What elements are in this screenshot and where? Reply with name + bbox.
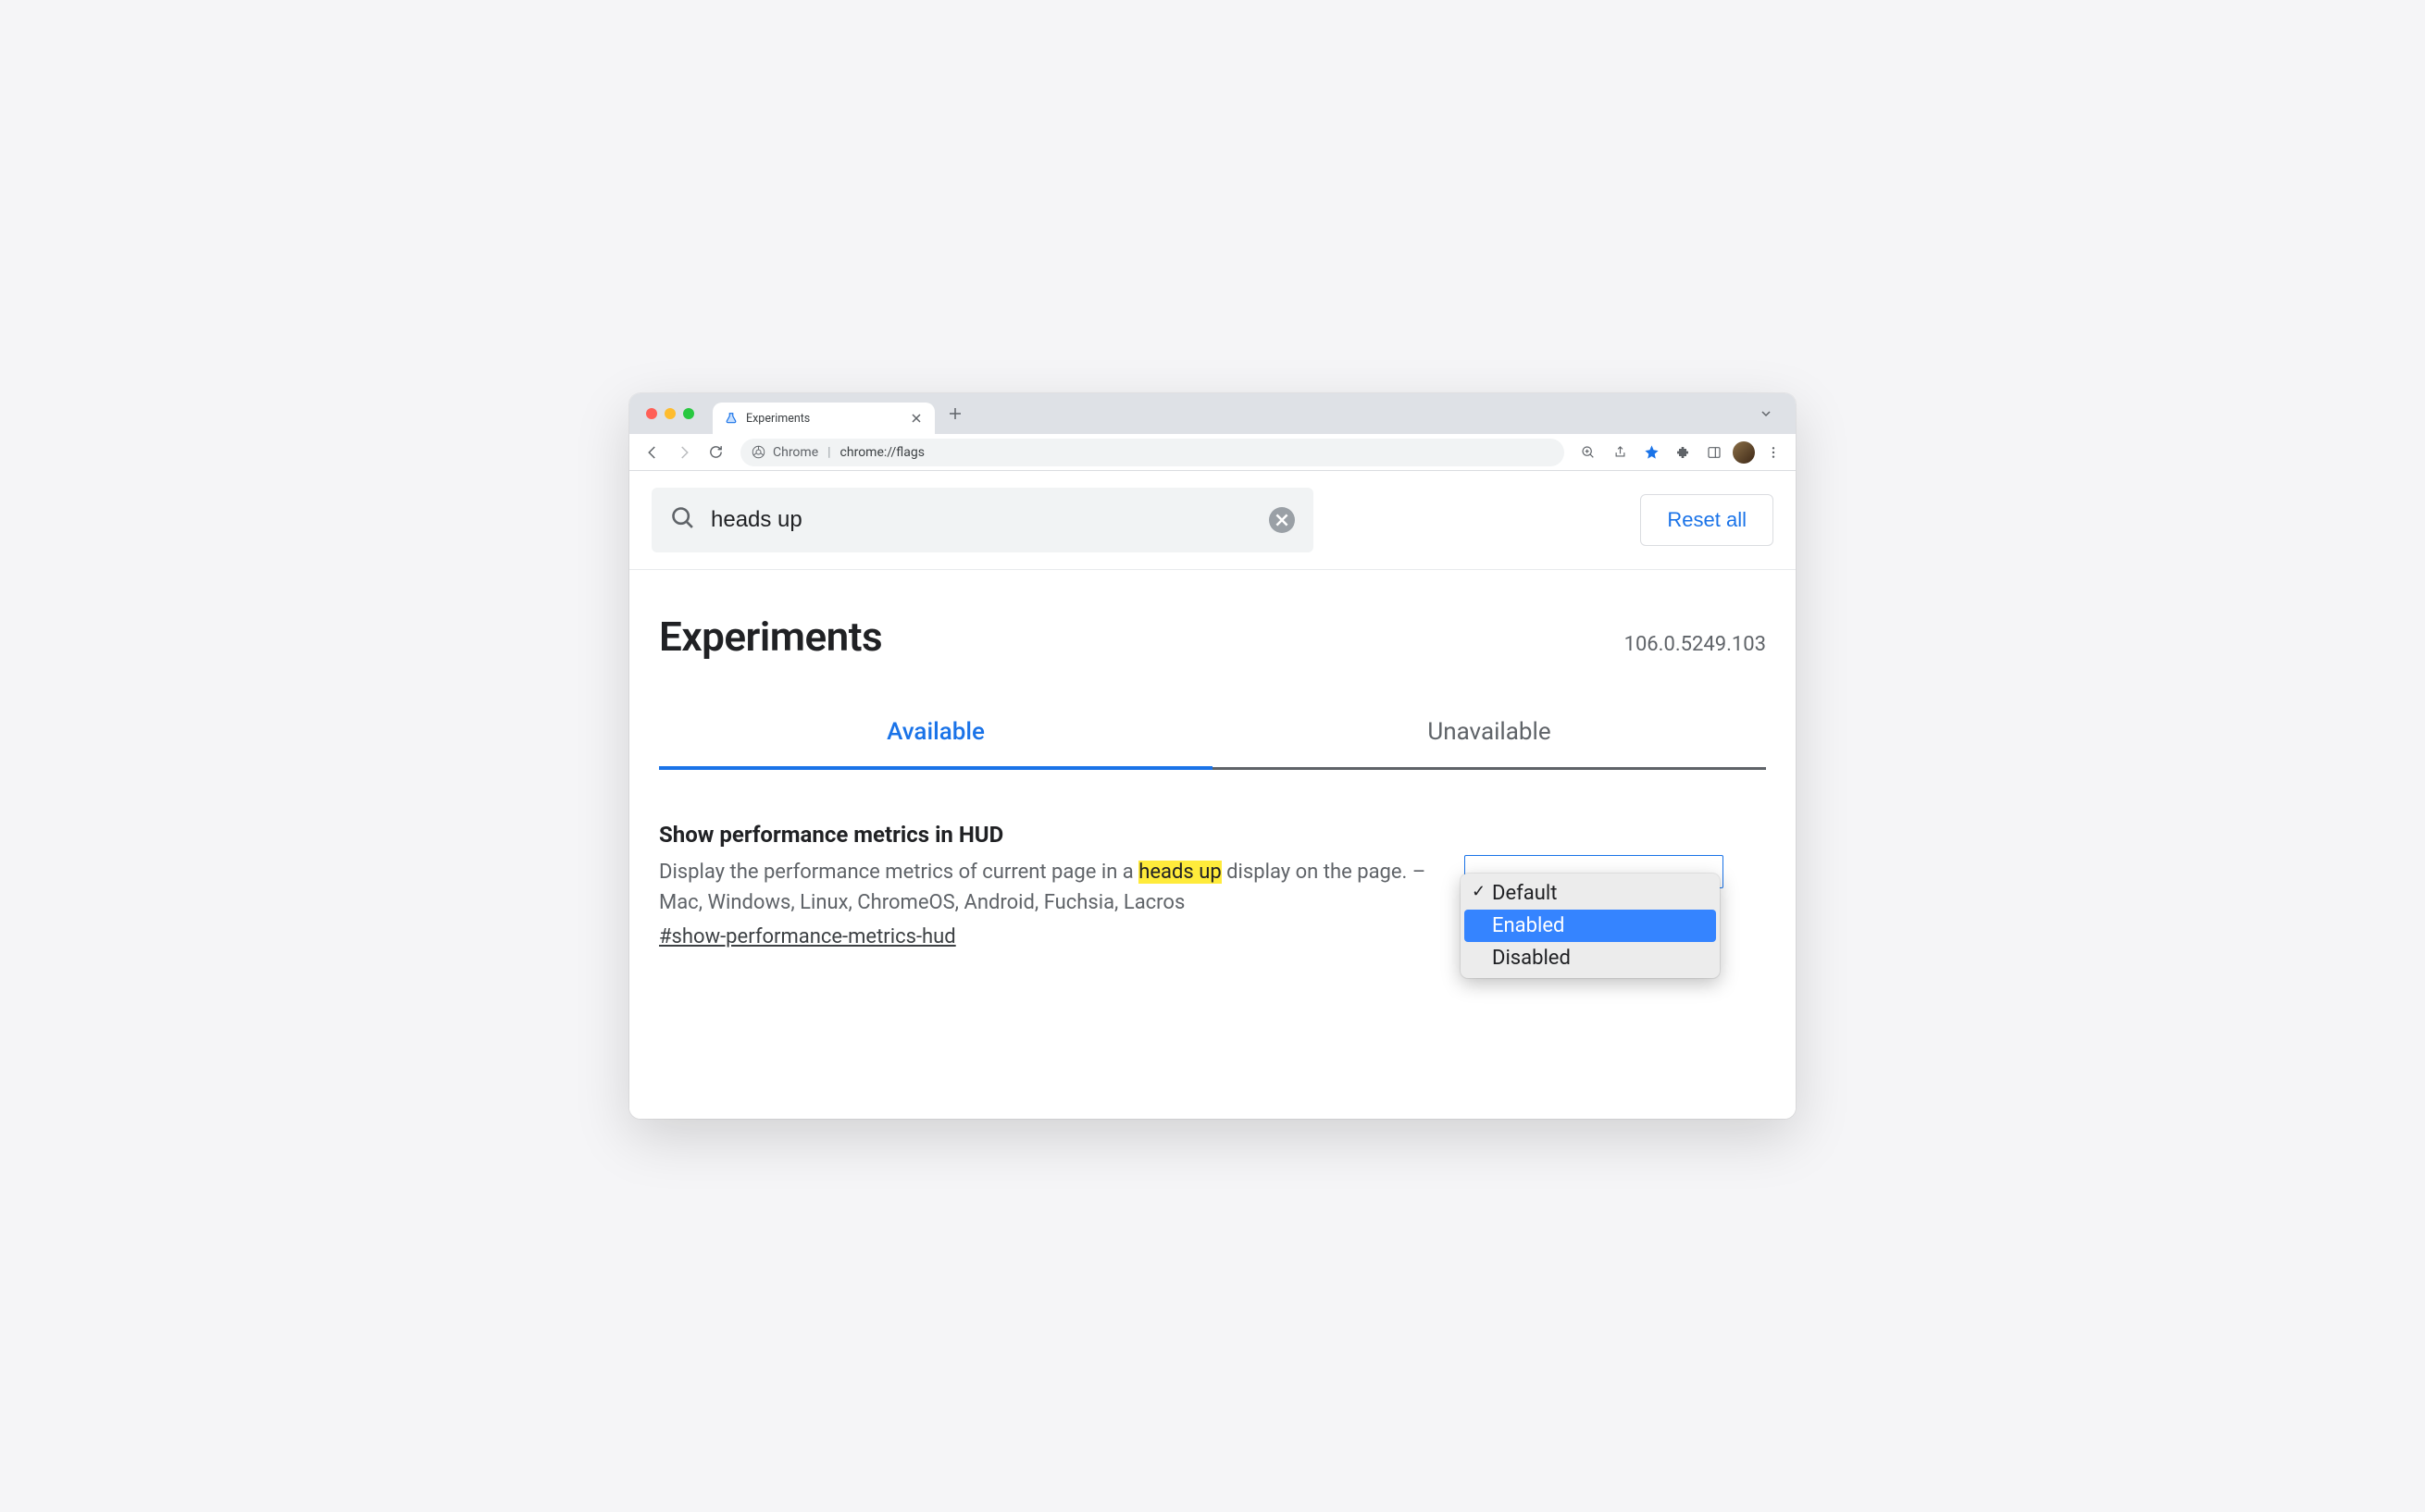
search-input[interactable] xyxy=(711,507,1254,533)
zoom-icon[interactable] xyxy=(1575,440,1601,465)
tabs-overflow-button[interactable] xyxy=(1755,403,1777,425)
window-controls xyxy=(640,408,702,419)
flag-dropdown-menu: Default Enabled Disabled xyxy=(1461,874,1720,978)
flag-anchor-link[interactable]: #show-performance-metrics-hud xyxy=(659,925,956,948)
minimize-window-button[interactable] xyxy=(665,408,676,419)
new-tab-button[interactable] xyxy=(942,401,968,427)
browser-window: Experiments Chrome | xyxy=(629,393,1796,1119)
profile-avatar[interactable] xyxy=(1733,441,1755,464)
close-tab-button[interactable] xyxy=(909,411,924,426)
toolbar-icons xyxy=(1575,440,1786,465)
header-row: Experiments 106.0.5249.103 xyxy=(629,570,1796,703)
flag-description: Display the performance metrics of curre… xyxy=(659,857,1427,918)
address-toolbar: Chrome | chrome://flags xyxy=(629,434,1796,471)
browser-tab[interactable]: Experiments xyxy=(713,403,935,434)
reset-all-button[interactable]: Reset all xyxy=(1640,494,1773,546)
dropdown-option-enabled[interactable]: Enabled xyxy=(1464,910,1716,942)
search-row: Reset all xyxy=(629,471,1796,570)
chrome-icon xyxy=(752,445,765,459)
share-icon[interactable] xyxy=(1607,440,1633,465)
back-button[interactable] xyxy=(639,439,666,466)
flag-title: Show performance metrics in HUD xyxy=(659,822,1427,848)
side-panel-icon[interactable] xyxy=(1701,440,1727,465)
search-icon xyxy=(670,505,696,535)
version-label: 106.0.5249.103 xyxy=(1624,633,1766,656)
tab-unavailable[interactable]: Unavailable xyxy=(1212,703,1766,770)
menu-button[interactable] xyxy=(1760,440,1786,465)
flag-desc-highlight: heads up xyxy=(1138,861,1221,884)
omnibox[interactable]: Chrome | chrome://flags xyxy=(740,439,1564,466)
search-box[interactable] xyxy=(652,488,1313,552)
tab-available[interactable]: Available xyxy=(659,703,1212,770)
omnibox-url: chrome://flags xyxy=(840,445,925,460)
close-window-button[interactable] xyxy=(646,408,657,419)
clear-search-button[interactable] xyxy=(1269,507,1295,533)
tabs-row: Available Unavailable xyxy=(629,703,1796,770)
flag-item: Show performance metrics in HUD Display … xyxy=(629,770,1796,985)
forward-button[interactable] xyxy=(670,439,698,466)
dropdown-option-disabled[interactable]: Disabled xyxy=(1464,942,1716,974)
omnibox-origin-label: Chrome xyxy=(773,445,818,460)
omnibox-separator: | xyxy=(827,445,830,460)
flask-icon xyxy=(724,411,739,426)
maximize-window-button[interactable] xyxy=(683,408,694,419)
tab-title: Experiments xyxy=(746,412,902,426)
tab-strip: Experiments xyxy=(629,393,1796,434)
page-content: Reset all Experiments 106.0.5249.103 Ava… xyxy=(629,471,1796,1119)
flag-desc-pre: Display the performance metrics of curre… xyxy=(659,861,1138,884)
extensions-icon[interactable] xyxy=(1670,440,1696,465)
flag-text: Show performance metrics in HUD Display … xyxy=(659,822,1427,948)
page-title: Experiments xyxy=(659,613,882,661)
flag-control: Default Enabled Disabled xyxy=(1464,822,1723,948)
dropdown-option-default[interactable]: Default xyxy=(1464,877,1716,910)
bookmark-star-icon[interactable] xyxy=(1638,440,1664,465)
reload-button[interactable] xyxy=(702,439,729,466)
